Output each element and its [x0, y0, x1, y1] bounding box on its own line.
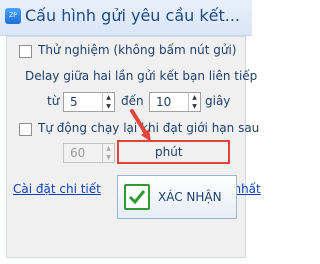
annotation-arrow-icon	[130, 109, 151, 142]
dialog-window: ZP Cấu hình gửi yêu cầu kết... Thử nghiệ…	[0, 0, 261, 264]
